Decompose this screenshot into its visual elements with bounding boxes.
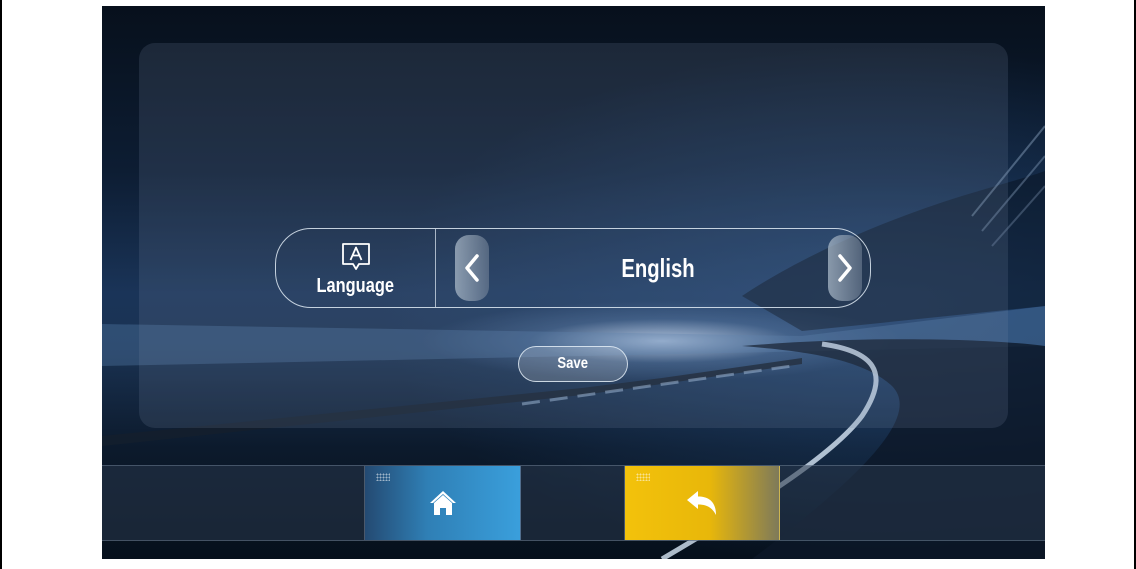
language-icon: [341, 242, 370, 270]
language-label-cell: Language: [276, 229, 436, 307]
chevron-left-icon: [465, 254, 479, 282]
nav-empty-slot-left: [102, 466, 365, 540]
language-value: English: [621, 252, 695, 283]
next-language-button[interactable]: [828, 235, 862, 301]
grip-dots: [376, 473, 390, 481]
back-icon: [687, 491, 716, 515]
home-icon: [429, 491, 456, 515]
chevron-right-icon: [838, 254, 852, 282]
bottom-navigation-bar: [102, 465, 1045, 541]
frame-border-left: [0, 0, 2, 569]
grip-dots: [636, 473, 650, 481]
save-button[interactable]: Save: [518, 346, 628, 382]
save-button-label: Save: [557, 355, 589, 372]
device-screen: Language English Save: [102, 6, 1045, 559]
nav-empty-slot-middle: [521, 466, 625, 540]
language-setting-row: Language English: [275, 228, 871, 308]
back-button[interactable]: [625, 466, 780, 540]
home-button[interactable]: [365, 466, 521, 540]
previous-language-button[interactable]: [455, 235, 489, 301]
language-label: Language: [316, 274, 395, 297]
nav-empty-slot-right: [780, 466, 1045, 540]
